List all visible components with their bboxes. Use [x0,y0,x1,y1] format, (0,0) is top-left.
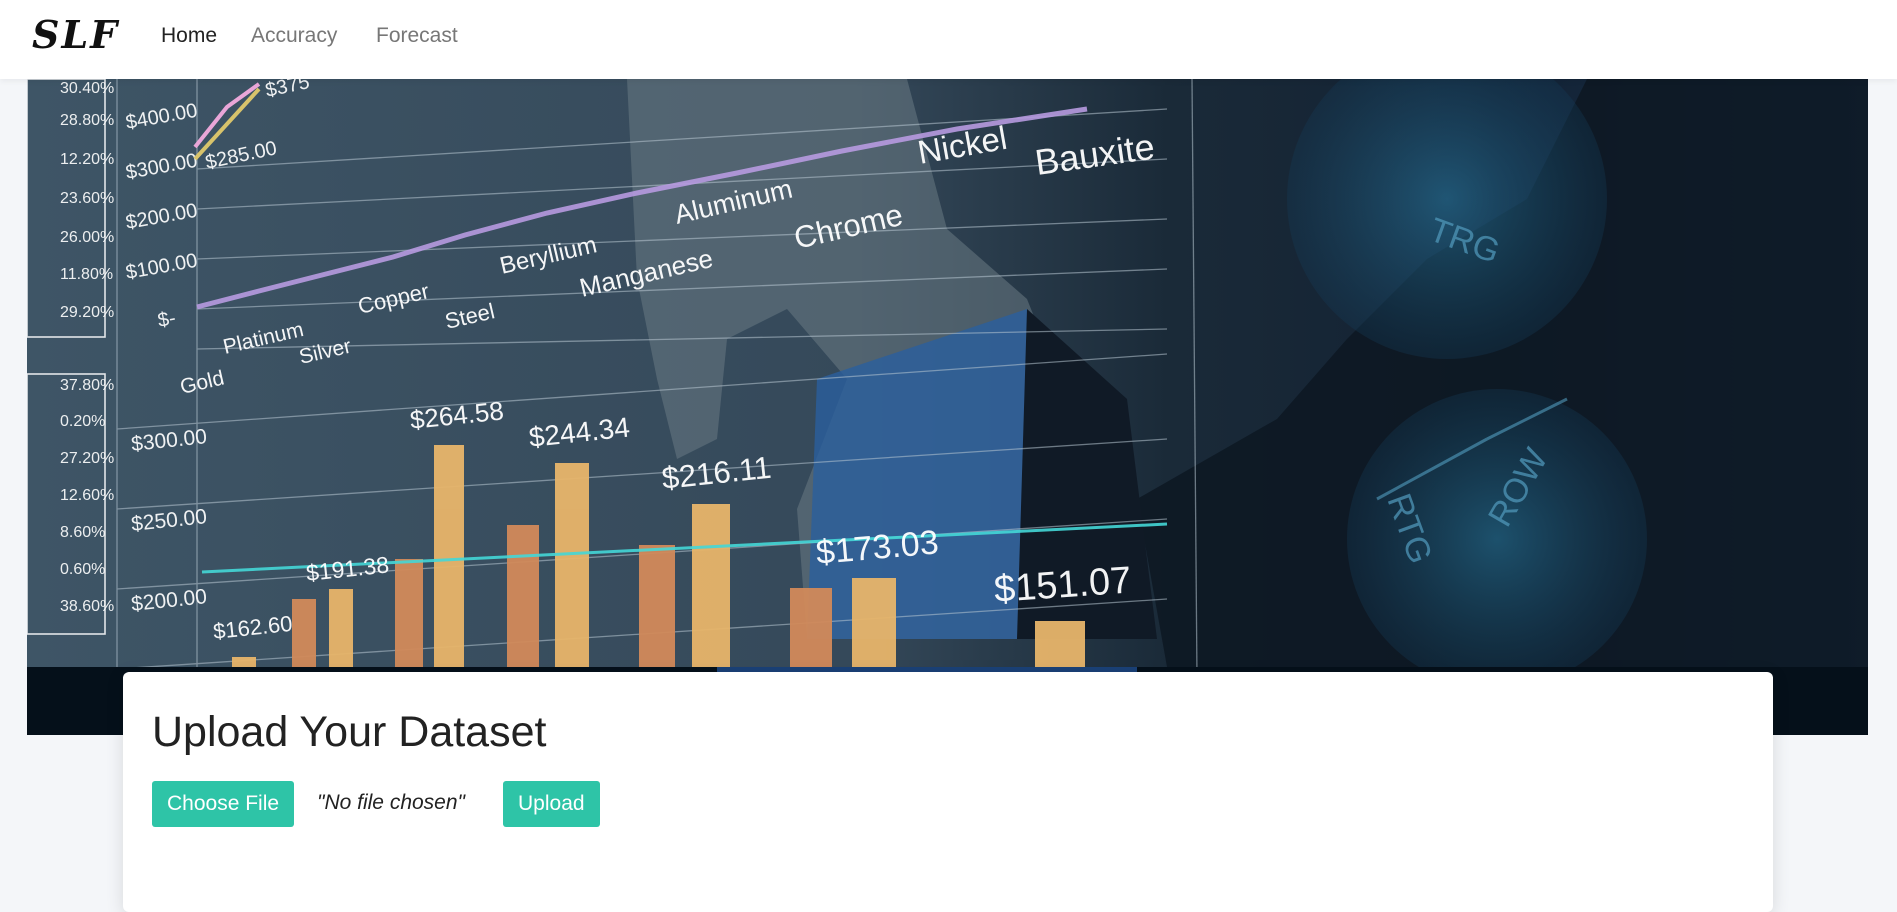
pct-top-2: 12.20% [60,151,114,168]
pct-bot-0: 37.80% [60,377,114,394]
nav-home[interactable]: Home [161,24,217,48]
top-navbar: SLF Home Accuracy Forecast [0,0,1897,79]
choose-file-button[interactable]: Choose File [152,781,295,827]
pct-bot-6: 38.60% [60,598,114,615]
brand-logo[interactable]: SLF [32,12,119,57]
pct-bot-5: 0.60% [60,561,105,578]
pct-top-6: 29.20% [60,304,114,321]
pct-bot-1: 0.20% [60,413,105,430]
pct-bot-4: 8.60% [60,524,105,541]
pct-top-0: 30.40% [60,80,114,97]
file-status-text: "No file chosen" [317,791,465,814]
upload-card: Upload Your Dataset Choose File "No file… [123,672,1773,912]
hero-chart-image: TRG RTG ROW 30.40% 28.80% 12.20% 23.60% … [27,79,1868,735]
pct-bot-2: 27.20% [60,450,114,467]
upload-button[interactable]: Upload [503,781,600,827]
pct-top-5: 11.80% [60,266,113,283]
upper-axis-zero: $- [156,307,177,332]
nav-accuracy[interactable]: Accuracy [251,24,337,48]
hero-banner: TRG RTG ROW 30.40% 28.80% 12.20% 23.60% … [27,79,1868,735]
pct-top-4: 26.00% [60,229,114,246]
pct-bot-3: 12.60% [60,487,114,504]
upload-title: Upload Your Dataset [152,708,547,756]
nav-forecast[interactable]: Forecast [376,24,458,48]
pct-top-3: 23.60% [60,190,114,207]
pct-top-1: 28.80% [60,112,114,129]
